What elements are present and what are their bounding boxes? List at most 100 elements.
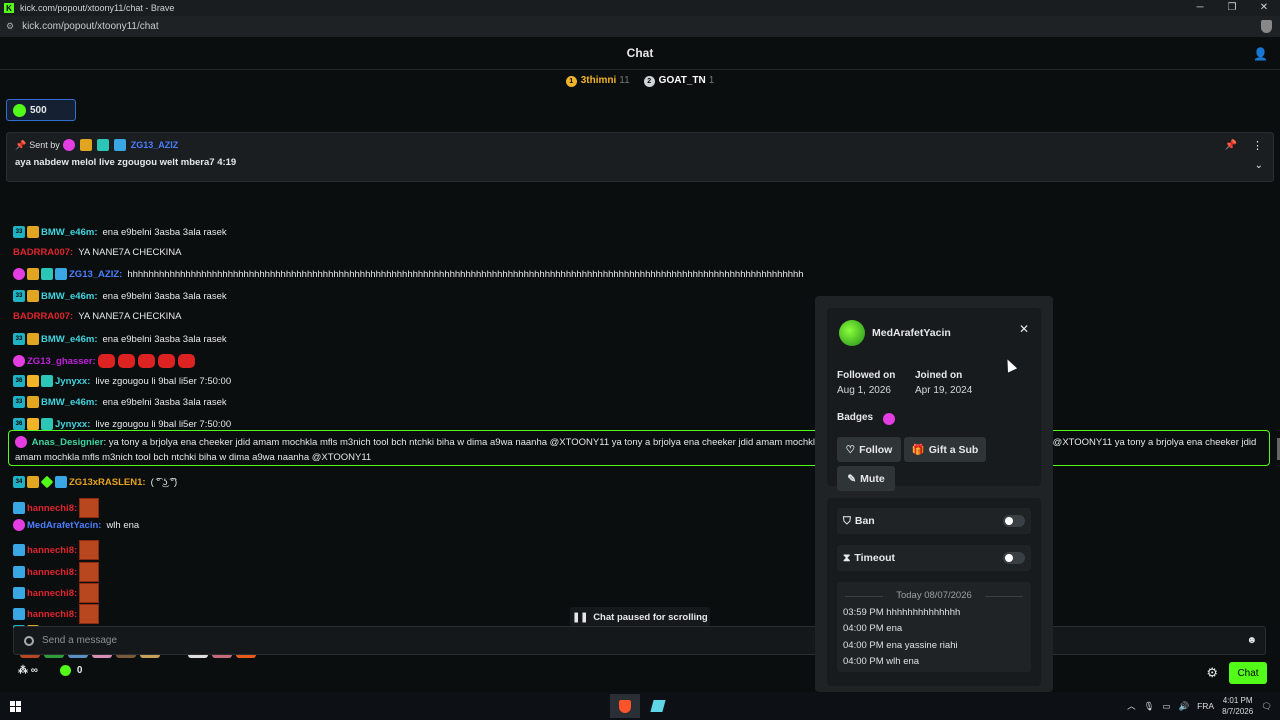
- kicks-balance-pill[interactable]: 500: [6, 99, 76, 121]
- message-text: hhhhhhhhhhhhhhhhhhhhhhhhhhhhhhhhhhhhhhhh…: [127, 268, 804, 280]
- message-username[interactable]: BMW_e46m:: [41, 291, 98, 302]
- emoji-picker-icon[interactable]: ☻: [1246, 635, 1257, 646]
- chat-message[interactable]: ZG13_ghasser:: [13, 354, 198, 368]
- gear-icon[interactable]: ⚙: [1206, 665, 1218, 681]
- message-username[interactable]: hannechi8:: [27, 609, 77, 620]
- coin-icon: [59, 665, 71, 676]
- timeout-toggle[interactable]: [1003, 552, 1025, 564]
- volume-icon[interactable]: 🔊: [1178, 701, 1189, 712]
- leaderboard-name: GOAT_TN: [658, 75, 706, 86]
- message-username[interactable]: BMW_e46m:: [41, 397, 98, 408]
- chat-message[interactable]: hannechi8:: [13, 604, 100, 624]
- notification-icon[interactable]: 🗨: [1261, 701, 1272, 712]
- message-username[interactable]: BMW_e46m:: [41, 227, 98, 238]
- message-username[interactable]: BMW_e46m:: [41, 334, 98, 345]
- sub-badge-icon: 34: [13, 476, 25, 488]
- chat-message[interactable]: BADRRA007: YA NANE7A CHECKINA: [13, 247, 182, 258]
- pinned-username[interactable]: ZG13_AZIZ: [131, 140, 179, 150]
- chat-paused-banner[interactable]: ❚❚ Chat paused for scrolling: [570, 607, 710, 627]
- gift-label: Gift a Sub: [928, 443, 979, 456]
- chat-app: Chat 👤 1 3thimni 11 2 GOAT_TN 1 500 📌 Sent b…: [0, 37, 1280, 692]
- chat-message[interactable]: ZG13_AZIZ: hhhhhhhhhhhhhhhhhhhhhhhhhhhhhh…: [13, 268, 804, 280]
- message-username[interactable]: Jynyxx:: [55, 376, 90, 387]
- chat-message[interactable]: MedArafetYacin: wlh ena: [13, 519, 139, 531]
- chevron-up-icon[interactable]: ︿: [1127, 700, 1136, 712]
- leaderboard-entry[interactable]: 2 GOAT_TN 1: [643, 75, 714, 87]
- message-username[interactable]: ZG13_AZIZ:: [69, 269, 122, 280]
- message-username[interactable]: BADRRA007:: [13, 247, 73, 258]
- badge-icon: [113, 139, 126, 151]
- crown-badge-icon: [27, 268, 39, 280]
- address-bar[interactable]: ⚙ kick.com/popout/xtoony11/chat: [0, 16, 1280, 37]
- kick-points[interactable]: 0: [59, 665, 82, 676]
- ban-toggle[interactable]: [1003, 515, 1025, 527]
- message-username[interactable]: hannechi8:: [27, 545, 77, 556]
- close-icon[interactable]: ✕: [1019, 322, 1029, 336]
- chevron-down-icon[interactable]: ⌄: [1255, 160, 1263, 171]
- message-username[interactable]: ZG13xRASLEN1:: [69, 477, 146, 488]
- message-username[interactable]: BADRRA007:: [13, 311, 73, 322]
- chat-message[interactable]: hannechi8:: [13, 583, 100, 603]
- gift-sub-button[interactable]: 🎁 Gift a Sub: [904, 437, 986, 462]
- maximize-button[interactable]: ❐: [1216, 0, 1248, 16]
- chat-message[interactable]: 36 Jynyxx: live zgougou li 9bal li5er 7:50…: [13, 418, 231, 430]
- mute-button[interactable]: ✎ Mute: [837, 466, 895, 491]
- message-username[interactable]: Jynyxx:: [55, 419, 90, 430]
- message-username[interactable]: Anas_Designier: [32, 437, 104, 448]
- chat-message[interactable]: hannechi8:: [13, 540, 100, 560]
- chat-message[interactable]: 33 BMW_e46m: ena e9belni 3asba 3ala rasek: [13, 226, 227, 238]
- crown-badge-icon: [27, 396, 39, 408]
- microphone-icon[interactable]: 🎙: [1144, 701, 1155, 712]
- green-badge-icon: [40, 475, 54, 489]
- leaderboard-entry[interactable]: 1 3thimni 11: [565, 75, 630, 87]
- site-info-icon[interactable]: ⚙: [6, 21, 14, 32]
- lips-emote-icon: [137, 354, 155, 368]
- chat-message[interactable]: BADRRA007: YA NANE7A CHECKINA: [13, 311, 182, 322]
- chat-message[interactable]: 33 BMW_e46m: ena e9belni 3asba 3ala rasek: [13, 290, 227, 302]
- chat-message[interactable]: 33 BMW_e46m: ena e9belni 3asba 3ala rasek: [13, 396, 227, 408]
- popup-username[interactable]: MedArafetYacin: [872, 327, 951, 339]
- history-line: 04:00 PM ena: [843, 623, 903, 634]
- user-info-card: MedArafetYacin ✕ Followed on Aug 1, 2026…: [827, 308, 1041, 491]
- leaderboard-count: 11: [619, 75, 630, 86]
- chat-message[interactable]: 34 ZG13xRASLEN1: ( ͡° ͜ʖ ͡°): [13, 475, 177, 489]
- window-controls: ─ ❐ ✕: [1184, 0, 1280, 16]
- kick-favicon-icon: K: [4, 3, 14, 13]
- chat-message[interactable]: 36 Jynyxx: live zgougou li 9bal li5er 7:50…: [13, 375, 231, 387]
- windows-start-icon[interactable]: [10, 701, 21, 712]
- network-icon[interactable]: ▭: [1162, 701, 1170, 712]
- paused-text: Chat paused for scrolling: [593, 611, 708, 623]
- message-username[interactable]: hannechi8:: [27, 588, 77, 599]
- message-username[interactable]: ZG13_ghasser:: [27, 356, 96, 367]
- message-text: wlh ena: [106, 519, 140, 531]
- clock[interactable]: 4:01 PM 8/7/2026: [1222, 695, 1253, 717]
- follow-button[interactable]: ♡ Follow: [837, 437, 901, 462]
- brave-shield-icon[interactable]: [1261, 20, 1272, 33]
- channel-points-control[interactable]: ⁂ ∞: [18, 665, 38, 676]
- message-username[interactable]: MedArafetYacin:: [27, 520, 101, 531]
- app-taskbar-icon[interactable]: [645, 694, 671, 718]
- more-options-icon[interactable]: ⋮: [1252, 139, 1263, 152]
- url-text[interactable]: kick.com/popout/xtoony11/chat: [22, 21, 159, 32]
- message-username[interactable]: hannechi8:: [27, 503, 77, 514]
- language-indicator[interactable]: FRA: [1197, 701, 1214, 711]
- chat-message[interactable]: hannechi8:: [13, 498, 100, 518]
- send-chat-button[interactable]: Chat: [1229, 662, 1267, 684]
- message-text: ena e9belni 3asba 3ala rasek: [102, 290, 227, 302]
- message-text: live zgougou li 9bal li5er 7:50:00: [95, 418, 232, 430]
- message-input-box[interactable]: ☻: [13, 626, 1266, 655]
- pin-icon[interactable]: 📌: [1225, 140, 1237, 151]
- minimize-button[interactable]: ─: [1184, 0, 1216, 16]
- message-username[interactable]: hannechi8:: [27, 567, 77, 578]
- blue-badge-icon: [13, 502, 25, 514]
- pink-badge-icon: [13, 268, 25, 280]
- chat-message[interactable]: hannechi8:: [13, 562, 100, 582]
- highlighted-message[interactable]: Anas_Designier: ya tony a brjolya ena ch…: [8, 430, 1270, 466]
- chat-message[interactable]: 33 BMW_e46m: ena e9belni 3asba 3ala rasek: [13, 333, 227, 345]
- blue-badge-icon: [13, 608, 25, 620]
- ban-row: ⛉ Ban: [837, 508, 1031, 534]
- brave-taskbar-icon[interactable]: [610, 694, 640, 718]
- pinned-message[interactable]: 📌 Sent by ZG13_AZIZ aya nabdew melol liv…: [6, 132, 1274, 182]
- users-icon[interactable]: 👤: [1253, 47, 1268, 61]
- close-window-button[interactable]: ✕: [1248, 0, 1280, 16]
